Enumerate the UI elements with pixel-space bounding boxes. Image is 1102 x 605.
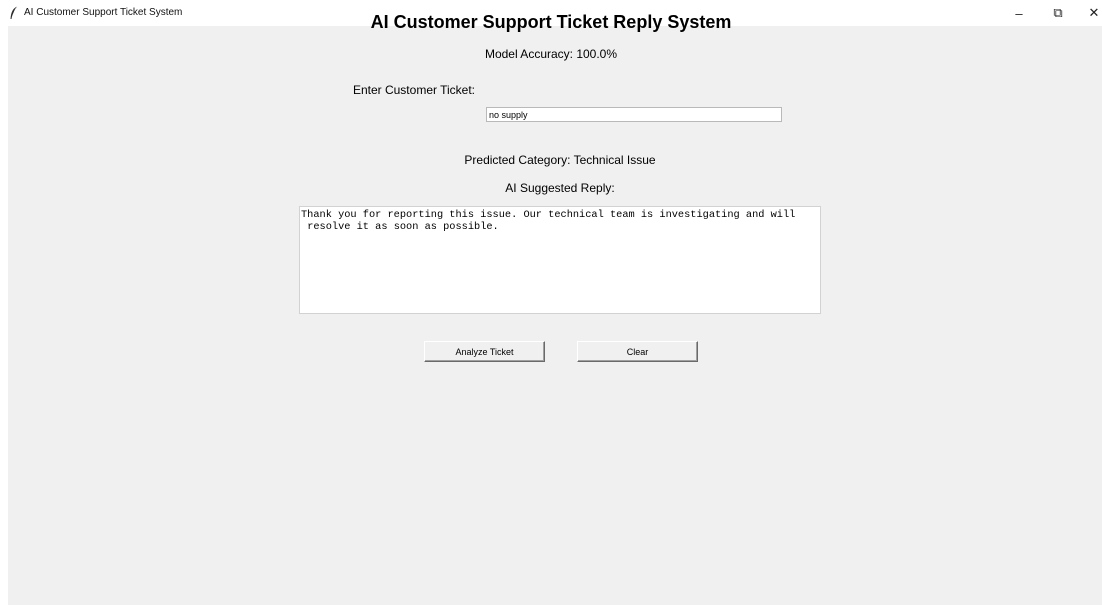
predicted-category-label: Predicted Category: Technical Issue — [464, 153, 656, 167]
page-title: AI Customer Support Ticket Reply System — [370, 12, 732, 32]
ticket-input-label: Enter Customer Ticket: — [352, 83, 475, 97]
ticket-input[interactable] — [486, 107, 782, 122]
suggested-reply-textarea[interactable]: Thank you for reporting this issue. Our … — [299, 206, 821, 314]
suggested-reply-label: AI Suggested Reply: — [505, 181, 615, 195]
model-accuracy-label: Model Accuracy: 100.0% — [484, 47, 618, 61]
analyze-ticket-button[interactable]: Analyze Ticket — [424, 341, 545, 362]
clear-button[interactable]: Clear — [577, 341, 698, 362]
